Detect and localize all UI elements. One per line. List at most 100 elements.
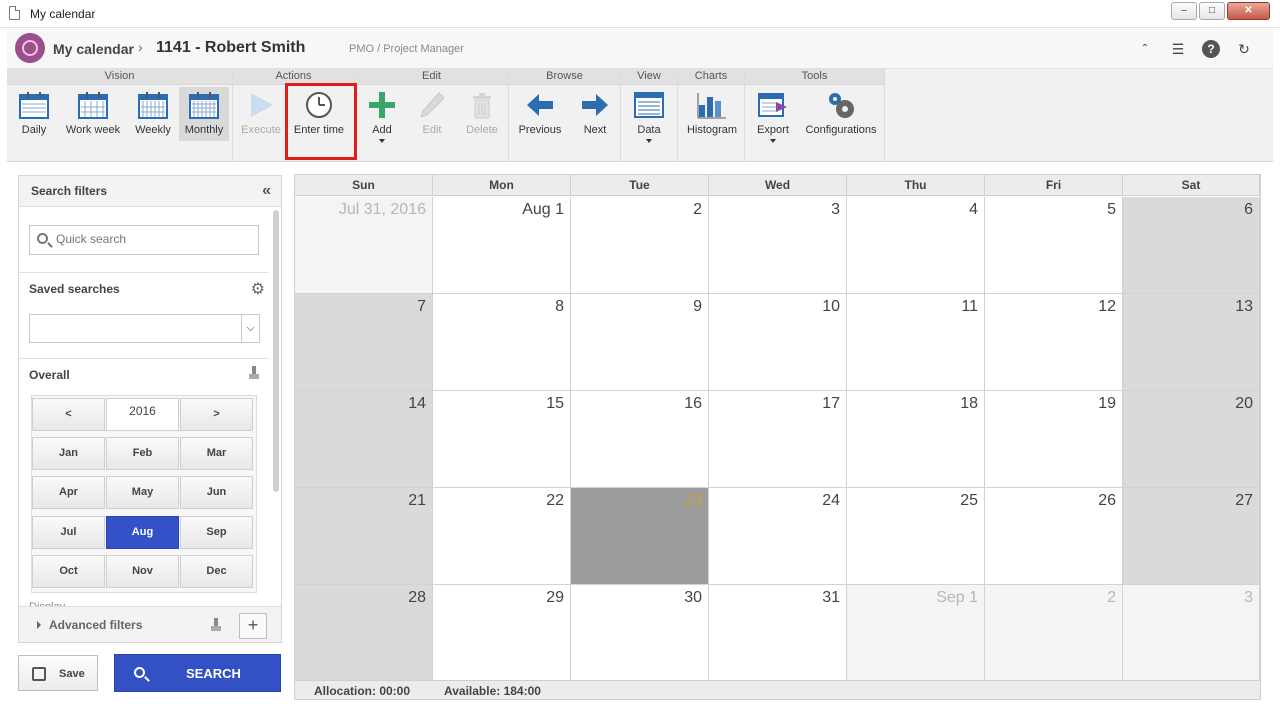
search-button[interactable]: SEARCH (114, 654, 281, 692)
execute-button[interactable]: Execute (237, 87, 285, 141)
calendar-day-cell[interactable]: 16 (571, 391, 709, 488)
panel-scrollbar[interactable] (273, 210, 279, 492)
month-dec[interactable]: Dec (180, 555, 253, 588)
calendar-day-cell[interactable]: 8 (433, 294, 571, 391)
delete-button[interactable]: Delete (460, 87, 504, 141)
calendar-day-cell[interactable]: 18 (847, 391, 985, 488)
calendar-day-cell[interactable]: 20 (1123, 391, 1260, 488)
calendar-day-cell[interactable]: 7 (295, 294, 433, 391)
calendar-day-cell[interactable]: 27 (1123, 488, 1260, 585)
calendar-day-cell[interactable]: 17 (709, 391, 847, 488)
calendar-day-cell[interactable]: 28 (295, 585, 433, 682)
calendar-day-cell[interactable]: 10 (709, 294, 847, 391)
month-apr[interactable]: Apr (32, 476, 105, 509)
calendar-day-cell[interactable]: 2 (571, 197, 709, 294)
floppy-disk-icon (32, 667, 46, 681)
enter-time-button[interactable]: Enter time (289, 87, 349, 141)
day-number: 30 (684, 589, 702, 606)
calendar-day-cell[interactable]: 30 (571, 585, 709, 682)
export-button[interactable]: Export (751, 87, 795, 143)
month-feb[interactable]: Feb (106, 437, 179, 470)
minimize-button[interactable]: – (1171, 2, 1197, 20)
edit-button[interactable]: Edit (412, 87, 452, 141)
saved-searches-row: Saved searches ⚙ (19, 272, 269, 304)
calendar-day-cell[interactable]: 21 (295, 488, 433, 585)
previous-label: Previous (518, 124, 562, 136)
daily-label: Daily (21, 124, 47, 136)
month-may[interactable]: May (106, 476, 179, 509)
month-mar[interactable]: Mar (180, 437, 253, 470)
breadcrumb-separator: › (138, 39, 143, 55)
maximize-button[interactable]: □ (1199, 2, 1225, 20)
quick-search-field[interactable] (29, 225, 259, 255)
daily-button[interactable]: Daily (13, 87, 55, 141)
calendar-day-cell[interactable]: 3 (1123, 585, 1260, 682)
histogram-icon (697, 93, 726, 119)
list-icon[interactable]: ☰ (1169, 40, 1187, 58)
close-button[interactable]: ✕ (1227, 2, 1270, 20)
previous-button[interactable]: Previous (515, 87, 565, 141)
month-jun[interactable]: Jun (180, 476, 253, 509)
add-filter-button[interactable]: + (239, 613, 267, 639)
app-name[interactable]: My calendar (53, 41, 134, 57)
data-button[interactable]: Data (627, 87, 671, 143)
month-jul[interactable]: Jul (32, 516, 105, 549)
month-oct[interactable]: Oct (32, 555, 105, 588)
next-year-button[interactable]: > (180, 398, 253, 431)
overall-row: Overall (19, 358, 269, 390)
next-button[interactable]: Next (575, 87, 615, 141)
add-button[interactable]: Add (362, 87, 402, 143)
month-aug-selected[interactable]: Aug (106, 516, 179, 549)
calendar-day-cell[interactable]: 6 (1123, 197, 1260, 294)
calendar-monthly-icon (189, 92, 219, 119)
day-number: 17 (822, 395, 840, 412)
help-icon[interactable]: ? (1202, 40, 1220, 58)
calendar-day-cell[interactable]: 25 (847, 488, 985, 585)
calendar-day-cell[interactable]: 12 (985, 294, 1123, 391)
month-nov[interactable]: Nov (106, 555, 179, 588)
calendar-day-cell[interactable]: 24 (709, 488, 847, 585)
calendar-day-cell[interactable]: 29 (433, 585, 571, 682)
gear-icon[interactable]: ⚙ (251, 279, 265, 299)
calendar-day-cell[interactable]: 4 (847, 197, 985, 294)
weekly-button[interactable]: Weekly (131, 87, 175, 141)
eraser-icon[interactable] (211, 618, 221, 632)
calendar-day-cell[interactable]: 22 (433, 488, 571, 585)
configurations-button[interactable]: Configurations (803, 87, 879, 141)
work-week-button[interactable]: Work week (63, 87, 123, 141)
saved-searches-select[interactable]: ⌵ (29, 314, 260, 343)
month-jan[interactable]: Jan (32, 437, 105, 470)
calendar-day-cell[interactable]: Aug 1 (433, 197, 571, 294)
refresh-icon[interactable]: ↻ (1235, 40, 1253, 58)
quick-search-input[interactable] (56, 232, 246, 246)
calendar-day-cell[interactable]: 15 (433, 391, 571, 488)
collapse-panel-icon[interactable]: « (262, 182, 271, 200)
histogram-button[interactable]: Histogram (683, 87, 741, 141)
calendar-day-cell[interactable]: 5 (985, 197, 1123, 294)
calendar-day-cell[interactable]: 14 (295, 391, 433, 488)
collapse-up-icon[interactable]: ˆ (1136, 40, 1154, 58)
calendar-day-cell[interactable]: 11 (847, 294, 985, 391)
calendar-day-cell[interactable]: 26 (985, 488, 1123, 585)
document-icon (9, 6, 20, 20)
eraser-icon[interactable] (249, 366, 259, 380)
calendar-day-cell[interactable]: 2 (985, 585, 1123, 682)
calendar-day-cell[interactable]: Sep 1 (847, 585, 985, 682)
calendar-day-cell[interactable]: 19 (985, 391, 1123, 488)
day-number: Aug 1 (522, 201, 564, 218)
calendar-day-cell[interactable]: 31 (709, 585, 847, 682)
calendar-day-cell[interactable]: 13 (1123, 294, 1260, 391)
chevron-down-icon[interactable]: ⌵ (241, 315, 259, 342)
weekday-mon: Mon (433, 175, 571, 196)
weekday-sat: Sat (1123, 175, 1260, 196)
calendar-day-cell[interactable]: 23 (571, 488, 709, 585)
monthly-button[interactable]: Monthly (179, 87, 229, 141)
weekday-tue: Tue (571, 175, 709, 196)
previous-year-button[interactable]: < (32, 398, 105, 431)
calendar-day-cell[interactable]: 3 (709, 197, 847, 294)
advanced-filters-row[interactable]: Advanced filters + (19, 606, 281, 642)
month-sep[interactable]: Sep (180, 516, 253, 549)
calendar-day-cell[interactable]: 9 (571, 294, 709, 391)
calendar-day-cell[interactable]: Jul 31, 2016 (295, 197, 433, 294)
save-button[interactable]: Save (18, 655, 98, 691)
